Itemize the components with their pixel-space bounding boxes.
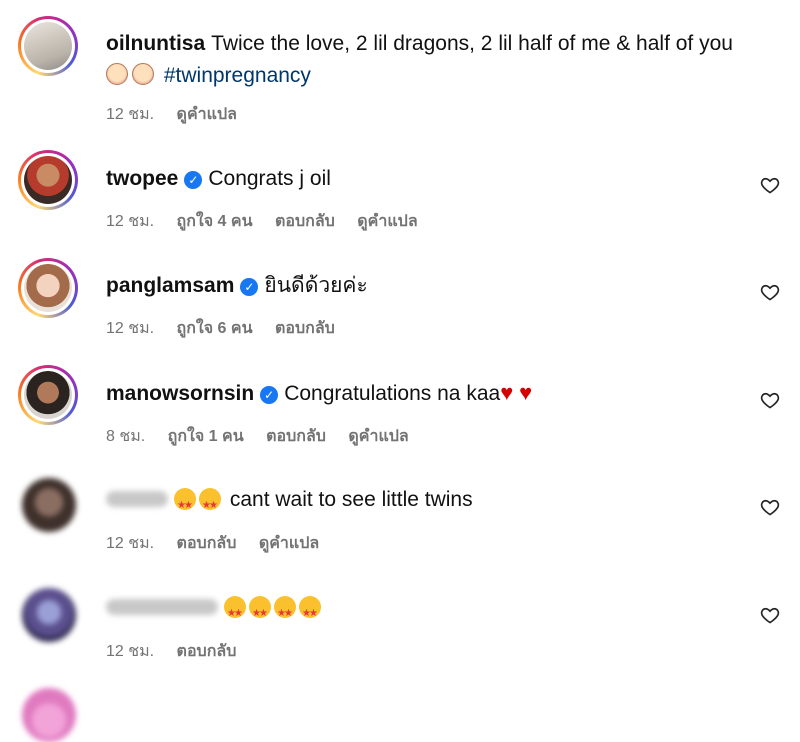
comment-time: 8 ชม.: [106, 428, 146, 445]
star-struck-emoji-icon: [174, 488, 196, 522]
verified-badge-icon: ✓: [240, 278, 259, 296]
reply-button[interactable]: ตอบกลับ: [275, 320, 335, 337]
reply-button[interactable]: ตอบกลับ: [177, 535, 237, 552]
comment-time: 12 ชม.: [106, 320, 155, 337]
avatar[interactable]: [18, 150, 78, 210]
baby-emoji-icon: [106, 63, 128, 85]
comment-meta: 12 ชม. ถูกใจ 4 คน ตอบกลับ ดูคำแปล: [106, 209, 436, 234]
username[interactable]: twopee: [106, 167, 178, 190]
red-heart-emoji-icon: ♥: [519, 380, 533, 405]
comment-text: ยินดีด้วยค่ะ: [264, 274, 368, 297]
comment-text-line: manowsornsin ✓ Congratulations na kaa♥ ♥: [106, 377, 740, 410]
verified-badge-icon: ✓: [260, 386, 279, 404]
comment-text-line: panglamsam ✓ ยินดีด้วยค่ะ: [106, 270, 740, 302]
comment-time: 12 ชม.: [106, 643, 155, 660]
see-translation-link[interactable]: ดูคำแปล: [357, 213, 417, 230]
comment-text-line: oilnuntisa Twice the love, 2 lil dragons,…: [106, 28, 740, 92]
comment-time: 12 ชม.: [106, 106, 155, 123]
avatar[interactable]: [22, 588, 76, 642]
see-translation-link[interactable]: ดูคำแปล: [259, 535, 319, 552]
heart-outline-icon[interactable]: [760, 605, 780, 625]
heart-outline-icon[interactable]: [760, 175, 780, 195]
avatar[interactable]: [18, 16, 78, 76]
comment-meta: 12 ชม. ถูกใจ 6 คน ตอบกลับ: [106, 316, 353, 341]
comment-time: 12 ชม.: [106, 213, 155, 230]
likes-count[interactable]: ถูกใจ 4 คน: [177, 213, 253, 230]
star-struck-emoji-icon: [274, 596, 296, 630]
star-struck-emoji-icon: [199, 488, 221, 522]
hashtag-link[interactable]: #twinpregnancy: [164, 64, 311, 87]
baby-emoji-icon: [132, 63, 154, 85]
avatar[interactable]: [22, 478, 76, 532]
username-blurred[interactable]: [106, 599, 218, 615]
avatar[interactable]: [18, 365, 78, 425]
reply-button[interactable]: ตอบกลับ: [177, 643, 237, 660]
username[interactable]: panglamsam: [106, 274, 234, 297]
comment-text: Congrats j oil: [208, 167, 331, 190]
username-blurred[interactable]: [106, 491, 168, 507]
comment-meta: 12 ชม. ตอบกลับ ดูคำแปล: [106, 531, 337, 556]
comment-text: cant wait to see little twins: [229, 488, 473, 511]
comment-text: Congratulations na kaa: [284, 382, 501, 405]
comment-text: Twice the love, 2 lil dragons, 2 lil hal…: [211, 32, 733, 55]
verified-badge-icon: ✓: [184, 171, 203, 189]
username[interactable]: manowsornsin: [106, 382, 254, 405]
comment-text-line: [106, 592, 740, 630]
comment-text-line: twopee ✓ Congrats j oil: [106, 163, 740, 195]
heart-outline-icon[interactable]: [760, 497, 780, 517]
likes-count[interactable]: ถูกใจ 1 คน: [168, 428, 244, 445]
red-heart-emoji-icon: ♥: [500, 380, 514, 405]
reply-button[interactable]: ตอบกลับ: [266, 428, 326, 445]
comment-meta: 12 ชม. ดูคำแปล: [106, 102, 255, 127]
star-struck-emoji-icon: [224, 596, 246, 630]
heart-outline-icon[interactable]: [760, 390, 780, 410]
reply-button[interactable]: ตอบกลับ: [275, 213, 335, 230]
avatar[interactable]: [18, 258, 78, 318]
comment-text-line: cant wait to see little twins: [106, 484, 740, 522]
avatar[interactable]: [22, 688, 76, 742]
see-translation-link[interactable]: ดูคำแปล: [348, 428, 408, 445]
comment-meta: 12 ชม. ตอบกลับ: [106, 639, 254, 664]
username[interactable]: oilnuntisa: [106, 32, 205, 55]
heart-outline-icon[interactable]: [760, 282, 780, 302]
see-translation-link[interactable]: ดูคำแปล: [177, 106, 237, 123]
star-struck-emoji-icon: [299, 596, 321, 630]
comment-meta: 8 ชม. ถูกใจ 1 คน ตอบกลับ ดูคำแปล: [106, 424, 427, 449]
comment-time: 12 ชม.: [106, 535, 155, 552]
likes-count[interactable]: ถูกใจ 6 คน: [177, 320, 253, 337]
star-struck-emoji-icon: [249, 596, 271, 630]
